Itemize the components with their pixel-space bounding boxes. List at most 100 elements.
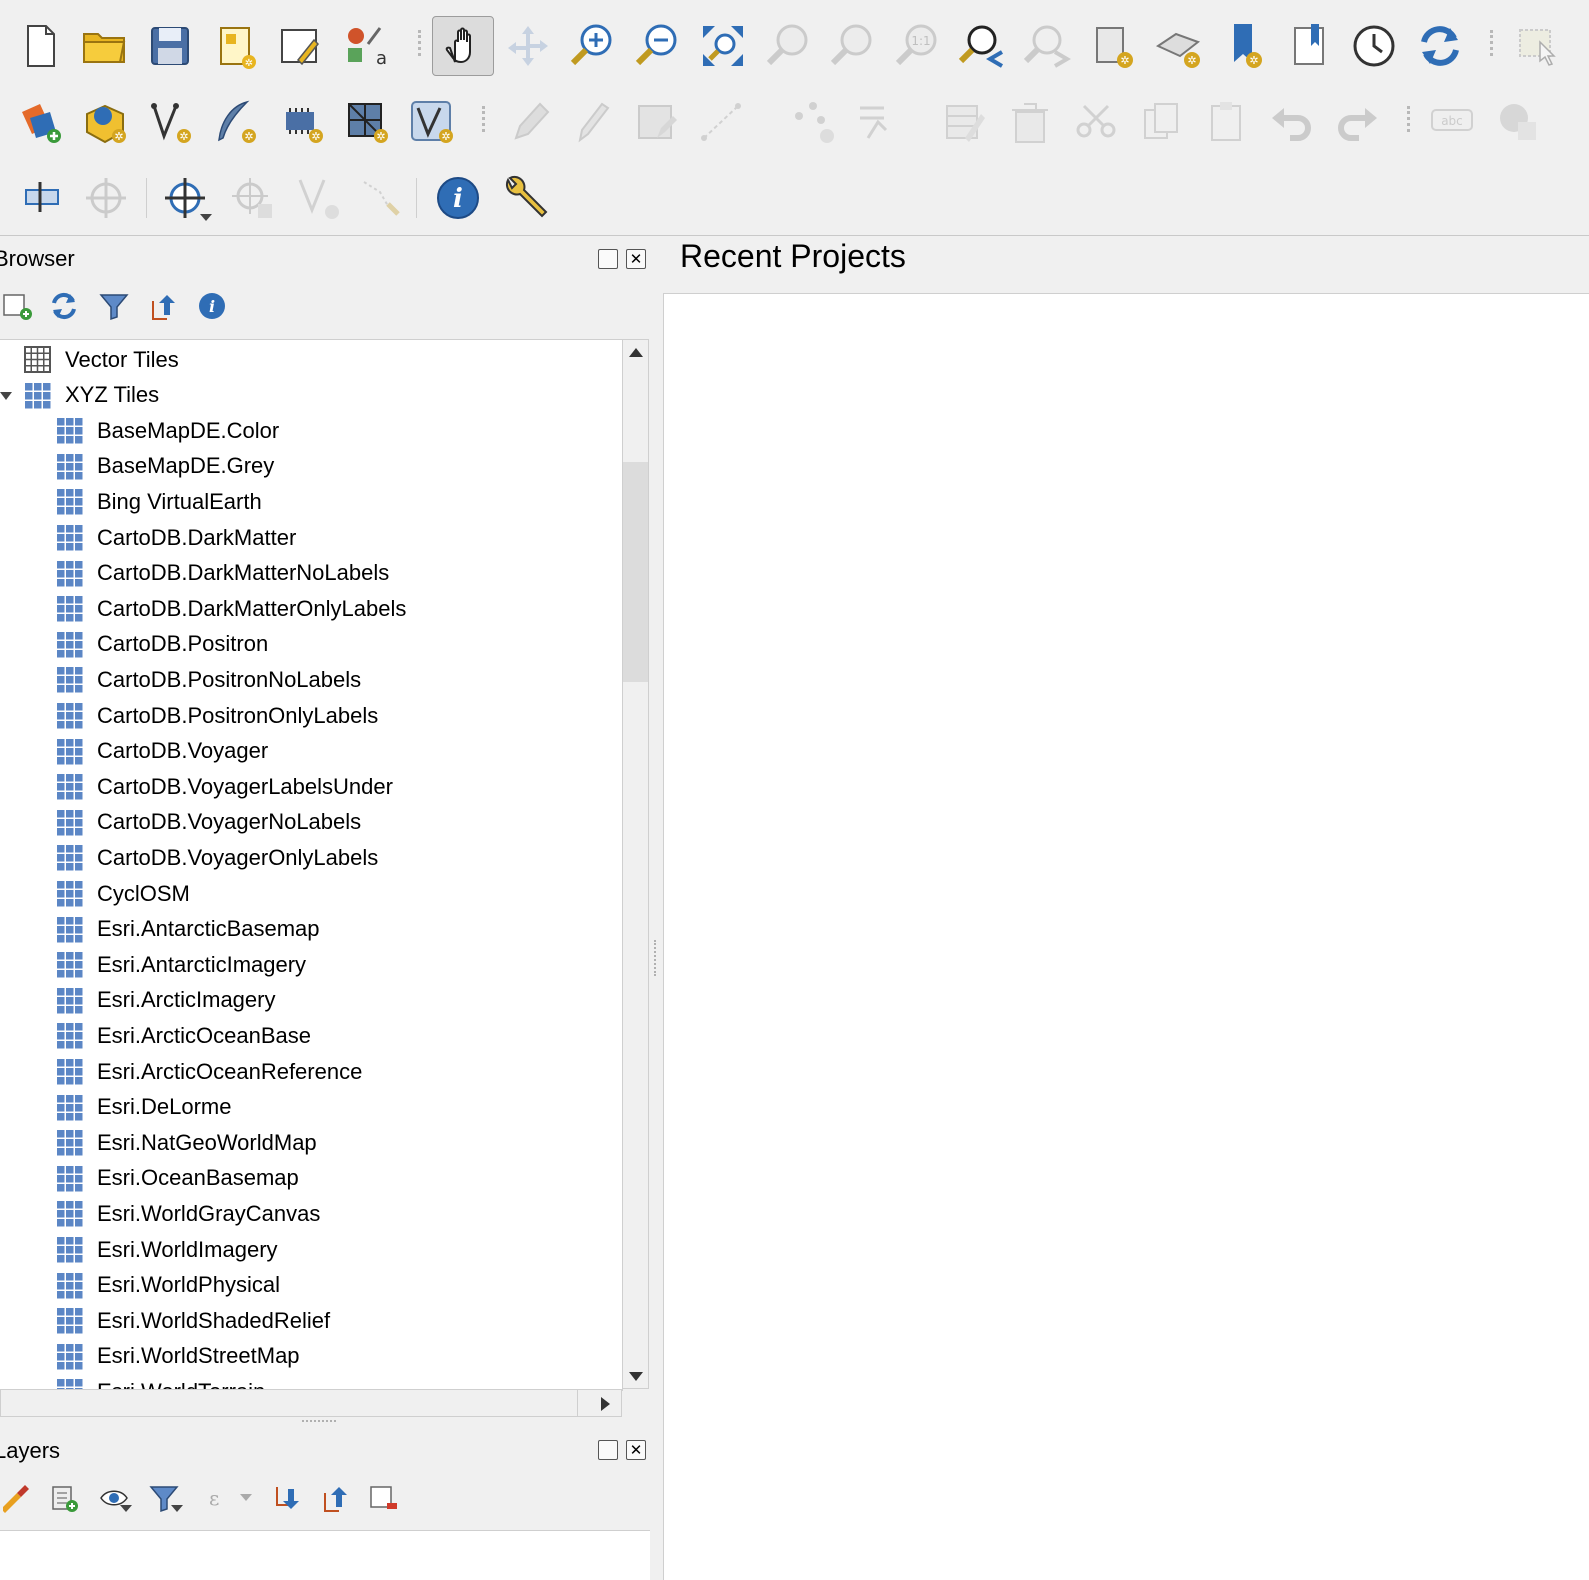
zoom-last-button[interactable]: [952, 16, 1012, 76]
identify-features-button[interactable]: i: [428, 168, 488, 228]
tree-item[interactable]: Esri.AntarcticImagery: [0, 947, 622, 982]
tree-item[interactable]: Esri.NatGeoWorldMap: [0, 1125, 622, 1160]
new-print-layout-button[interactable]: ✲: [205, 16, 265, 76]
scrollbar-thumb[interactable]: [623, 462, 648, 682]
scroll-down-arrow[interactable]: [629, 1372, 643, 1381]
filter-expression-dropdown[interactable]: [240, 1494, 252, 1501]
new-shapefile-layer-button[interactable]: ✲: [140, 92, 200, 152]
zoom-full-button[interactable]: [693, 16, 753, 76]
processing-toolbox-button[interactable]: [494, 168, 554, 228]
copy-features-button[interactable]: [1131, 92, 1191, 152]
data-source-manager-button[interactable]: [10, 92, 70, 152]
new-spatial-bookmark-button[interactable]: ✲: [1214, 16, 1274, 76]
recent-projects-list[interactable]: [663, 293, 1589, 1580]
move-label-button[interactable]: [12, 168, 72, 228]
tree-item[interactable]: Esri.ArcticOceanBase: [0, 1018, 622, 1053]
collapse-all-layers-button[interactable]: [318, 1480, 354, 1516]
new-virtual-layer-button[interactable]: ✲: [272, 92, 332, 152]
zoom-next-button[interactable]: [1017, 16, 1077, 76]
expand-all-button[interactable]: [270, 1480, 306, 1516]
toggle-editing-button[interactable]: [562, 92, 622, 152]
tree-item[interactable]: CartoDB.Positron: [0, 627, 622, 662]
filter-legend-dropdown[interactable]: [171, 1505, 183, 1512]
refresh-button[interactable]: [1410, 16, 1470, 76]
add-ring-button[interactable]: [222, 168, 282, 228]
enable-properties-widget-button[interactable]: i: [194, 288, 230, 324]
tree-item[interactable]: Esri.WorldPhysical: [0, 1268, 622, 1303]
undo-button[interactable]: [1262, 92, 1322, 152]
cut-features-button[interactable]: [1066, 92, 1126, 152]
layer-diagram-button[interactable]: [1488, 92, 1548, 152]
add-selected-layers-button[interactable]: [0, 288, 36, 324]
tree-item[interactable]: BaseMapDE.Color: [0, 413, 622, 448]
toolbar-grip[interactable]: [1490, 30, 1497, 56]
new-geopackage-layer-button[interactable]: ✲: [75, 92, 135, 152]
toolbar-grip[interactable]: [418, 30, 425, 56]
edit-attributes-button[interactable]: [935, 92, 995, 152]
tree-item[interactable]: CartoDB.DarkMatterOnlyLabels: [0, 591, 622, 626]
layer-labeling-button[interactable]: abc: [1422, 92, 1482, 152]
refresh-browser-button[interactable]: [46, 288, 82, 324]
browser-horizontal-scrollbar[interactable]: [0, 1389, 622, 1417]
tree-item[interactable]: Esri.OceanBasemap: [0, 1161, 622, 1196]
scroll-up-arrow[interactable]: [629, 348, 643, 357]
pan-map-button[interactable]: [432, 16, 494, 76]
layers-undock-button[interactable]: [598, 1440, 618, 1460]
vertex-editor-button[interactable]: [288, 168, 348, 228]
filter-browser-button[interactable]: [96, 288, 132, 324]
tree-item[interactable]: CartoDB.VoyagerLabelsUnder: [0, 769, 622, 804]
paste-features-button[interactable]: [1196, 92, 1256, 152]
rotate-label-button[interactable]: [76, 168, 136, 228]
toolbar-grip[interactable]: [1407, 106, 1414, 132]
layout-manager-button[interactable]: [270, 16, 330, 76]
browser-tree[interactable]: Vector Tiles XYZ Tiles BaseMapDE.Color Base…: [0, 339, 623, 1391]
open-project-button[interactable]: [74, 16, 134, 76]
main-splitter-handle[interactable]: [654, 940, 660, 976]
tree-item[interactable]: Esri.WorldGrayCanvas: [0, 1196, 622, 1231]
new-spatialite-layer-button[interactable]: ✲: [205, 92, 265, 152]
zoom-out-button[interactable]: [627, 16, 687, 76]
new-temporary-layer-button[interactable]: ✲: [402, 92, 462, 152]
save-layer-edits-button[interactable]: [627, 92, 687, 152]
tree-item[interactable]: Esri.ArcticOceanReference: [0, 1054, 622, 1089]
new-map-view-button[interactable]: ✲: [1083, 16, 1143, 76]
tree-item[interactable]: CartoDB.PositronNoLabels: [0, 662, 622, 697]
new-project-button[interactable]: [10, 16, 70, 76]
vertex-tool-button[interactable]: [783, 92, 843, 152]
tree-item[interactable]: Esri.ArcticImagery: [0, 983, 622, 1018]
current-edits-button[interactable]: [500, 92, 560, 152]
tree-item[interactable]: Esri.WorldStreetMap: [0, 1339, 622, 1374]
new-mesh-layer-button[interactable]: ✲: [337, 92, 397, 152]
layers-close-button[interactable]: ✕: [626, 1440, 646, 1460]
layers-list[interactable]: [0, 1530, 650, 1580]
map-themes-dropdown[interactable]: [120, 1505, 132, 1512]
tree-item[interactable]: XYZ Tiles: [0, 378, 622, 413]
zoom-to-selection-button[interactable]: [758, 16, 818, 76]
trace-button[interactable]: [352, 168, 412, 228]
tree-item[interactable]: BaseMapDE.Grey: [0, 449, 622, 484]
zoom-to-layer-button[interactable]: [822, 16, 882, 76]
pan-to-selection-button[interactable]: [498, 16, 558, 76]
tree-item[interactable]: Esri.AntarcticBasemap: [0, 912, 622, 947]
filter-by-expression-button[interactable]: ε: [196, 1480, 232, 1516]
select-features-button[interactable]: [1508, 16, 1568, 76]
tree-item[interactable]: Esri.DeLorme: [0, 1090, 622, 1125]
scroll-right-arrow[interactable]: [601, 1397, 610, 1411]
style-manager-button[interactable]: a: [336, 16, 396, 76]
tree-item[interactable]: CyclOSM: [0, 876, 622, 911]
tree-item[interactable]: CartoDB.DarkMatter: [0, 520, 622, 555]
tree-item[interactable]: CartoDB.Voyager: [0, 734, 622, 769]
tree-item[interactable]: Esri.WorldShadedRelief: [0, 1303, 622, 1338]
browser-undock-button[interactable]: [598, 249, 618, 269]
new-3d-map-view-button[interactable]: ✲: [1148, 16, 1208, 76]
tree-item[interactable]: Vector Tiles: [0, 342, 622, 377]
show-bookmarks-button[interactable]: [1279, 16, 1339, 76]
zoom-in-button[interactable]: [562, 16, 622, 76]
delete-selected-button[interactable]: [1000, 92, 1060, 152]
modify-attributes-button[interactable]: [848, 92, 908, 152]
digitize-line-button[interactable]: [692, 92, 752, 152]
expand-arrow-icon[interactable]: [0, 391, 12, 400]
remove-layer-button[interactable]: [366, 1480, 402, 1516]
tree-item[interactable]: Esri.WorldImagery: [0, 1232, 622, 1267]
browser-close-button[interactable]: ✕: [626, 249, 646, 269]
